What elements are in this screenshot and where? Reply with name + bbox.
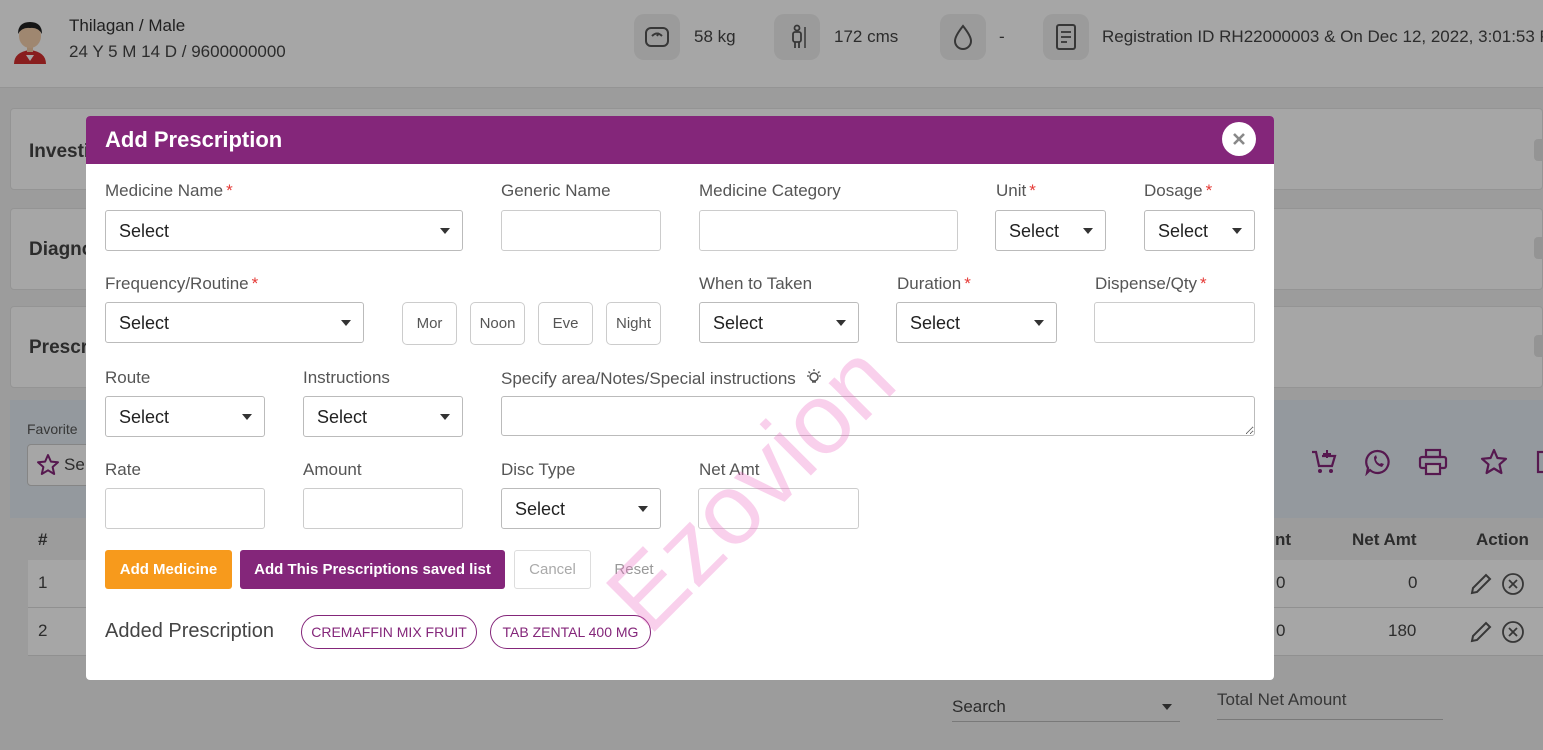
- disc-type-select[interactable]: Select: [501, 488, 661, 529]
- chevron-down-icon: [1083, 228, 1093, 234]
- modal-header: Add Prescription: [86, 116, 1274, 164]
- dispense-qty-input[interactable]: [1094, 302, 1255, 343]
- instructions-label: Instructions: [303, 368, 390, 387]
- reset-button[interactable]: Reset: [602, 550, 666, 589]
- generic-name-label: Generic Name: [501, 181, 611, 200]
- medicine-category-label: Medicine Category: [699, 181, 841, 200]
- rate-input[interactable]: [105, 488, 265, 529]
- lightbulb-icon: [806, 369, 821, 383]
- instructions-select[interactable]: Select: [303, 396, 463, 437]
- generic-name-input[interactable]: [501, 210, 661, 251]
- close-icon: [1233, 133, 1245, 145]
- added-prescription-chip[interactable]: TAB ZENTAL 400 MG: [490, 615, 651, 649]
- medicine-name-label: Medicine Name *: [105, 181, 233, 200]
- dosage-label: Dosage *: [1144, 181, 1213, 200]
- chevron-down-icon: [1232, 228, 1242, 234]
- amount-input[interactable]: [303, 488, 463, 529]
- route-select[interactable]: Select: [105, 396, 265, 437]
- chevron-down-icon: [1034, 320, 1044, 326]
- disc-type-label: Disc Type: [501, 460, 576, 479]
- duration-label: Duration *: [897, 274, 971, 293]
- noon-button[interactable]: Noon: [470, 302, 525, 345]
- evening-button[interactable]: Eve: [538, 302, 593, 345]
- when-to-taken-label: When to Taken: [699, 274, 813, 293]
- added-prescription-chip[interactable]: CREMAFFIN MIX FRUIT: [301, 615, 477, 649]
- unit-label: Unit *: [996, 181, 1036, 200]
- night-button[interactable]: Night: [606, 302, 661, 345]
- medicine-category-input[interactable]: [699, 210, 958, 251]
- rate-label: Rate: [105, 460, 141, 479]
- chevron-down-icon: [341, 320, 351, 326]
- chevron-down-icon: [440, 414, 450, 420]
- add-saved-list-button[interactable]: Add This Prescriptions saved list: [240, 550, 505, 589]
- chevron-down-icon: [638, 506, 648, 512]
- morning-button[interactable]: Mor: [402, 302, 457, 345]
- add-medicine-button[interactable]: Add Medicine: [105, 550, 232, 589]
- unit-select[interactable]: Select: [995, 210, 1106, 251]
- frequency-select[interactable]: Select: [105, 302, 364, 343]
- chevron-down-icon: [440, 228, 450, 234]
- amount-label: Amount: [303, 460, 362, 479]
- dispense-qty-label: Dispense/Qty *: [1095, 274, 1207, 293]
- net-amt-input[interactable]: [698, 488, 859, 529]
- cancel-button[interactable]: Cancel: [514, 550, 591, 589]
- medicine-name-select[interactable]: Select: [105, 210, 463, 251]
- frequency-label: Frequency/Routine *: [105, 274, 259, 293]
- modal-title: Add Prescription: [105, 127, 283, 152]
- chevron-down-icon: [242, 414, 252, 420]
- net-amt-label: Net Amt: [699, 460, 760, 479]
- notes-label: Specify area/Notes/Special instructions: [501, 368, 823, 389]
- close-button[interactable]: [1222, 122, 1256, 156]
- chevron-down-icon: [836, 320, 846, 326]
- add-prescription-modal: Add Prescription Medicine Name * Select G…: [86, 116, 1274, 680]
- duration-select[interactable]: Select: [896, 302, 1057, 343]
- when-to-taken-select[interactable]: Select: [699, 302, 859, 343]
- added-prescription-label: Added Prescription: [105, 620, 274, 642]
- dosage-select[interactable]: Select: [1144, 210, 1255, 251]
- notes-textarea[interactable]: [501, 396, 1255, 436]
- route-label: Route: [105, 368, 151, 387]
